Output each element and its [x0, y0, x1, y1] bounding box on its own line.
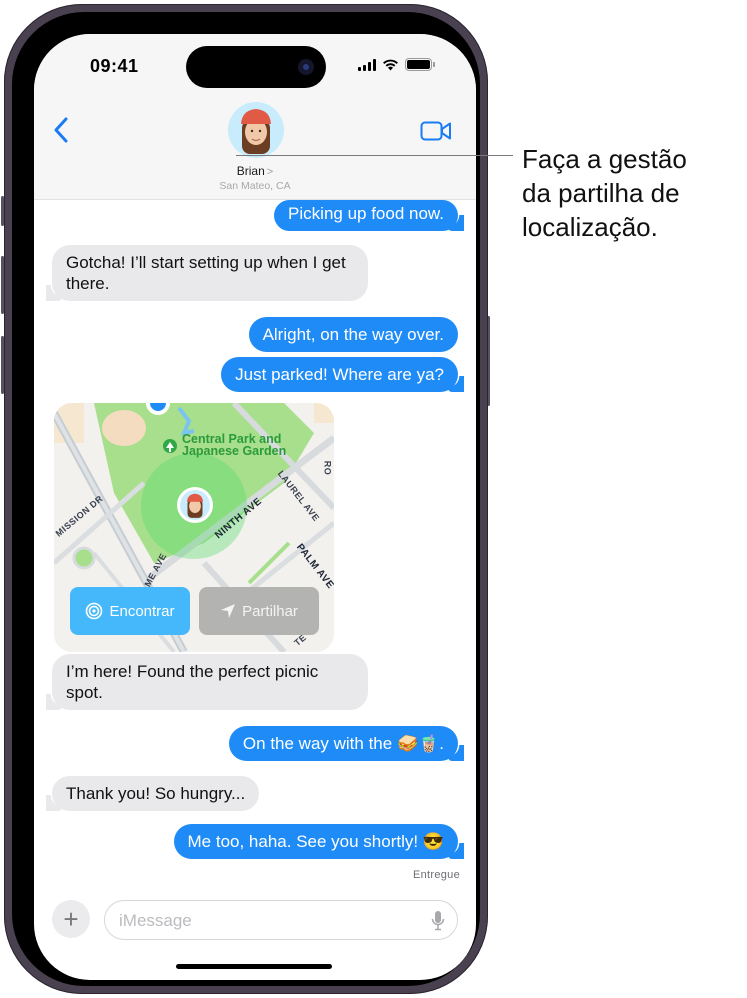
callout-line1: Faça a gestão: [522, 144, 687, 174]
callout-line: [236, 155, 513, 156]
imessage-placeholder: iMessage: [119, 911, 192, 930]
contact-name-button[interactable]: Brian >: [34, 164, 476, 178]
delivery-status: Entregue: [412, 869, 460, 881]
message-text: Thank you! So hungry...: [66, 784, 246, 803]
plus-icon: +: [63, 904, 79, 934]
message-bubble-outgoing[interactable]: Just parked! Where are ya?: [221, 357, 464, 392]
messages-screen: 09:41 Brian > San Mateo, CA Picking up f…: [34, 34, 476, 980]
battery-icon: [405, 58, 435, 71]
cellular-signal-icon: [358, 58, 376, 71]
apps-plus-button[interactable]: +: [52, 900, 90, 938]
status-time: 09:41: [90, 56, 139, 76]
facetime-video-icon[interactable]: [420, 120, 452, 142]
location-arrow-icon: [221, 604, 236, 618]
chevron-right-icon: >: [266, 166, 274, 178]
home-indicator[interactable]: [176, 964, 332, 969]
phone-frame: 09:41 Brian > San Mateo, CA Picking up f…: [4, 4, 488, 994]
radar-icon: [86, 602, 103, 620]
message-text: Gotcha! I’ll start setting up when I get…: [66, 253, 346, 293]
message-bubble-incoming[interactable]: Gotcha! I’ll start setting up when I get…: [46, 245, 368, 301]
share-button[interactable]: Partilhar: [199, 587, 319, 635]
phone-bezel: 09:41 Brian > San Mateo, CA Picking up f…: [12, 12, 480, 986]
message-bubble-outgoing[interactable]: Picking up food now.: [274, 200, 464, 231]
message-text: Me too, haha. See you shortly! 😎: [187, 832, 444, 851]
status-icons: [358, 58, 435, 71]
location-pin-avatar[interactable]: [177, 487, 213, 523]
contact-avatar[interactable]: [228, 102, 284, 158]
wifi-icon: [383, 59, 398, 70]
shared-location-map[interactable]: Central Park and Japanese Garden MISSION…: [54, 403, 334, 652]
share-button-label: Partilhar: [242, 602, 298, 620]
park-label: Central Park and Japanese Garden: [182, 433, 287, 458]
back-chevron-icon[interactable]: [52, 116, 72, 144]
message-text: I’m here! Found the perfect picnic spot.: [66, 662, 319, 702]
message-text: Alright, on the way over.: [262, 325, 444, 344]
message-bubble-incoming[interactable]: I’m here! Found the perfect picnic spot.: [46, 654, 368, 710]
message-text: Just parked! Where are ya?: [235, 365, 444, 384]
message-text: On the way with the 🥪🧋.: [242, 734, 444, 753]
contact-location: San Mateo, CA: [219, 180, 291, 192]
conversation-header: 09:41 Brian > San Mateo, CA: [34, 34, 476, 200]
callout-line2: da partilha de: [522, 178, 680, 208]
message-bubble-outgoing[interactable]: Me too, haha. See you shortly! 😎: [173, 824, 465, 859]
message-bubble-outgoing[interactable]: Alright, on the way over.: [248, 317, 458, 352]
find-button-label: Encontrar: [109, 602, 175, 620]
microphone-icon[interactable]: [431, 910, 445, 932]
message-bubble-incoming[interactable]: Thank you! So hungry...: [45, 776, 260, 811]
imessage-input[interactable]: iMessage: [104, 900, 458, 940]
memoji-icon: [241, 109, 271, 154]
street-label: RO: [322, 460, 333, 476]
memoji-icon: [180, 490, 210, 520]
message-text: Picking up food now.: [288, 204, 444, 223]
callout-line3: localização.: [522, 212, 658, 242]
message-bubble-outgoing[interactable]: On the way with the 🥪🧋.: [228, 726, 465, 761]
callout-annotation: Faça a gestão da partilha de localização…: [522, 142, 687, 244]
contact-name: Brian: [236, 164, 265, 178]
dynamic-island: [186, 46, 326, 88]
front-camera: [298, 59, 314, 75]
park-label-line2: Japanese Garden: [182, 444, 287, 458]
find-button[interactable]: Encontrar: [70, 587, 190, 635]
